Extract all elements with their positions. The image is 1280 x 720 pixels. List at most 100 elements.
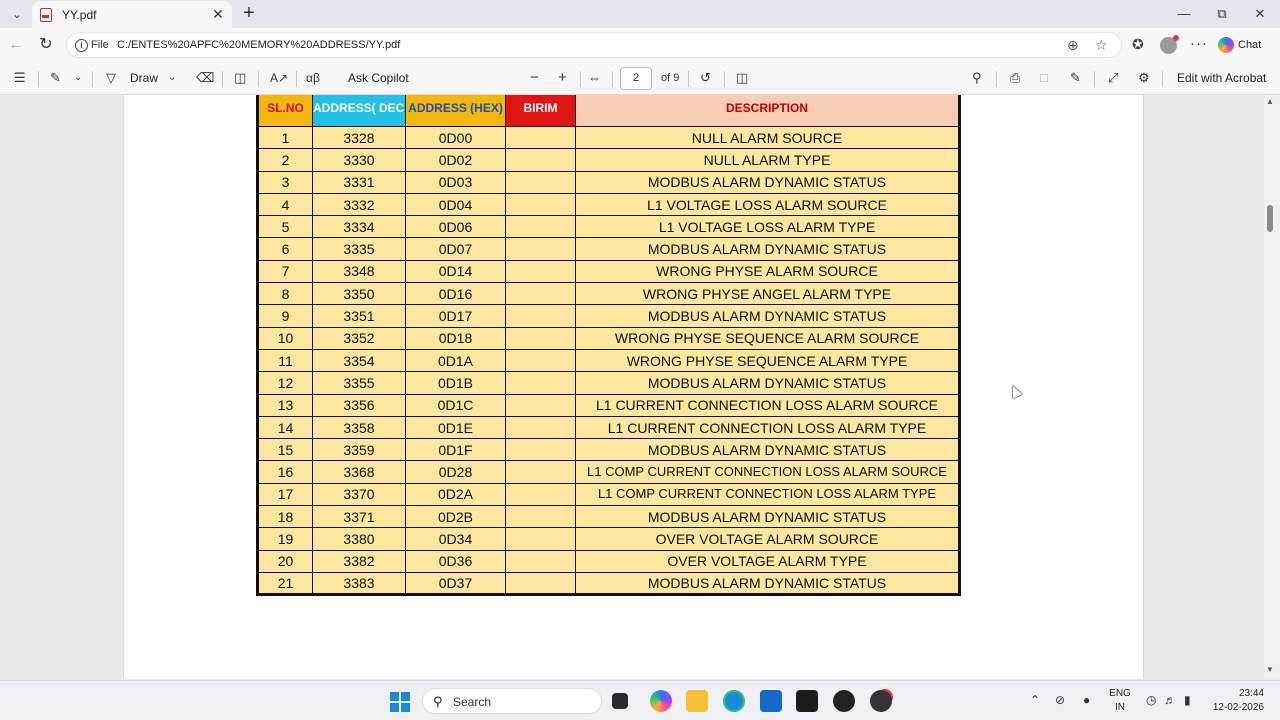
app-notification-icon[interactable]	[870, 690, 892, 712]
network-off-icon[interactable]: ⊘	[1055, 693, 1065, 707]
copilot-app-icon[interactable]	[650, 690, 672, 712]
cell-address-hex: 0D1E	[405, 415, 506, 440]
globe-icon[interactable]: ◷	[1146, 693, 1156, 707]
scroll-down-icon[interactable]: ▼	[1266, 665, 1274, 674]
table-row: 6 3335 0D07 MODBUS ALARM DYNAMIC STATUS	[256, 237, 961, 261]
address-bar-row: ← ↻ i File C:/ENTES%20APFC%20MEMORY%20AD…	[0, 28, 1280, 62]
divider	[1094, 71, 1095, 87]
minimize-icon[interactable]: —	[1168, 4, 1200, 24]
cell-birim	[505, 148, 576, 172]
page-view-icon[interactable]: ◫	[736, 70, 748, 86]
draw-icon[interactable]: ▽	[106, 70, 116, 86]
fullscreen-icon[interactable]: ⤢	[1108, 70, 1118, 86]
contents-list-icon[interactable]: ☰	[14, 70, 26, 86]
show-hidden-icons[interactable]: ⌃	[1030, 693, 1040, 707]
url-text[interactable]: C:/ENTES%20APFC%20MEMORY%20ADDRESS/YY.pd…	[117, 39, 400, 51]
cell-birim	[505, 215, 576, 239]
divider	[612, 71, 613, 87]
cell-address-hex: 0D28	[405, 460, 506, 484]
eraser-icon[interactable]: ⌫	[196, 70, 214, 86]
tab-strip: ⌄ YY.pdf ✕ + — ⧉ ✕	[0, 0, 1280, 28]
favorites-icon[interactable]: ✪	[1132, 36, 1144, 53]
page-number-input[interactable]: 2	[620, 67, 652, 90]
draw-button[interactable]: Draw	[130, 70, 158, 86]
cell-birim	[505, 259, 576, 284]
cell-description: NULL ALARM SOURCE	[575, 125, 961, 150]
url-field[interactable]: i File C:/ENTES%20APFC%20MEMORY%20ADDRES…	[66, 32, 1122, 58]
refresh-icon[interactable]: ↻	[36, 35, 56, 55]
vertical-scrollbar[interactable]	[1264, 95, 1280, 679]
pdf-viewer[interactable]: SL.NO ADDRESS( DEC) ADDRESS (HEX) BIRIM …	[0, 95, 1280, 679]
find-icon[interactable]: ⚲	[972, 70, 982, 86]
favorite-star-icon[interactable]: ☆	[1095, 37, 1108, 54]
edit-with-acrobat-button[interactable]: Edit with Acrobat	[1177, 70, 1266, 86]
text-box-icon[interactable]: ◫	[234, 70, 246, 86]
task-view-icon[interactable]	[612, 693, 628, 709]
scroll-up-icon[interactable]: ▲	[1266, 97, 1274, 106]
file-explorer-icon[interactable]	[686, 690, 708, 712]
profile-avatar[interactable]	[1160, 35, 1179, 54]
site-info-icon[interactable]: i	[75, 39, 88, 52]
new-tab-icon[interactable]: +	[238, 2, 260, 24]
media-player-icon[interactable]	[833, 690, 855, 712]
print-icon[interactable]: ⎙	[1010, 70, 1020, 86]
volume-icon[interactable]: ♬	[1164, 693, 1176, 707]
cell-address-hex: 0D1A	[405, 348, 506, 373]
cell-birim	[505, 170, 576, 194]
cell-sl-no: 5	[256, 215, 313, 239]
settings-gear-icon[interactable]: ⚙	[1138, 70, 1150, 86]
clock-date: 12-02-2026	[1212, 702, 1264, 713]
divider	[296, 71, 297, 87]
save-as-icon[interactable]: ✎	[1070, 70, 1081, 86]
window-close-icon[interactable]: ✕	[1244, 4, 1276, 24]
cell-birim	[505, 348, 576, 373]
cell-birim	[505, 304, 576, 328]
cell-address-dec: 3355	[312, 371, 406, 395]
read-aloud-icon[interactable]: A↗	[270, 70, 288, 86]
url-scheme-label: File	[91, 39, 109, 51]
battery-icon[interactable]: ▮	[1184, 693, 1191, 707]
header-description: DESCRIPTION	[575, 95, 961, 127]
draw-dropdown-icon[interactable]: ⌄	[168, 70, 176, 86]
zoom-out-icon[interactable]: −	[530, 70, 539, 86]
cell-sl-no: 8	[256, 282, 313, 306]
search-icon: ⚲	[433, 694, 443, 709]
restore-icon[interactable]: ⧉	[1206, 4, 1238, 24]
stock-chart-app-icon[interactable]	[796, 690, 818, 712]
ask-copilot-button[interactable]: Ask Copilot	[348, 70, 409, 86]
copilot-chat-button[interactable]: Chat	[1218, 34, 1274, 56]
cell-birim	[505, 237, 576, 261]
windows-start-icon[interactable]	[390, 692, 410, 712]
system-clock[interactable]: 23:44 12-02-2026	[1210, 687, 1264, 715]
table-row: 8 3350 0D16 WRONG PHYSE ANGEL ALARM TYPE	[256, 282, 961, 306]
zoom-in-icon[interactable]: +	[558, 70, 567, 86]
fit-to-width-icon[interactable]: ⇔	[588, 70, 601, 86]
cell-birim	[505, 326, 576, 350]
edge-browser-icon[interactable]	[723, 690, 745, 712]
taskbar-search[interactable]: ⚲ Search	[422, 688, 602, 714]
cell-birim	[505, 415, 576, 440]
cell-sl-no: 15	[256, 438, 313, 462]
table-row: 12 3355 0D1B MODBUS ALARM DYNAMIC STATUS	[256, 371, 961, 395]
rotate-icon[interactable]: ↺	[700, 70, 711, 86]
chat-label: Chat	[1238, 39, 1262, 51]
tab-active[interactable]: YY.pdf ✕	[32, 1, 232, 28]
translate-icon[interactable]: αβ	[306, 70, 320, 86]
tab-close-icon[interactable]: ✕	[208, 6, 228, 23]
save-icon[interactable]: □	[1040, 70, 1048, 86]
scroll-thumb[interactable]	[1267, 205, 1273, 232]
back-icon[interactable]: ←	[6, 35, 26, 55]
address-table: SL.NO ADDRESS( DEC) ADDRESS (HEX) BIRIM …	[256, 95, 961, 597]
highlight-icon[interactable]: ✎	[50, 70, 61, 86]
store-icon[interactable]	[760, 690, 782, 712]
highlight-dropdown-icon[interactable]: ⌄	[74, 70, 82, 86]
cell-description: MODBUS ALARM DYNAMIC STATUS	[575, 571, 961, 597]
pdf-page: SL.NO ADDRESS( DEC) ADDRESS (HEX) BIRIM …	[123, 95, 1144, 679]
pdf-toolbar: ☰ ✎ ⌄ ▽ Draw ⌄ ⌫ ◫ A↗ αβ Ask Copilot − +…	[0, 62, 1280, 95]
microphone-icon[interactable]: ●	[1083, 693, 1090, 707]
zoom-icon[interactable]: ⊕	[1067, 37, 1079, 54]
cell-address-dec: 3331	[312, 170, 406, 194]
more-options-icon[interactable]: ···	[1190, 35, 1208, 52]
tab-actions-menu-icon[interactable]: ⌄	[6, 3, 28, 25]
language-indicator[interactable]: ENG IN	[1108, 687, 1132, 715]
